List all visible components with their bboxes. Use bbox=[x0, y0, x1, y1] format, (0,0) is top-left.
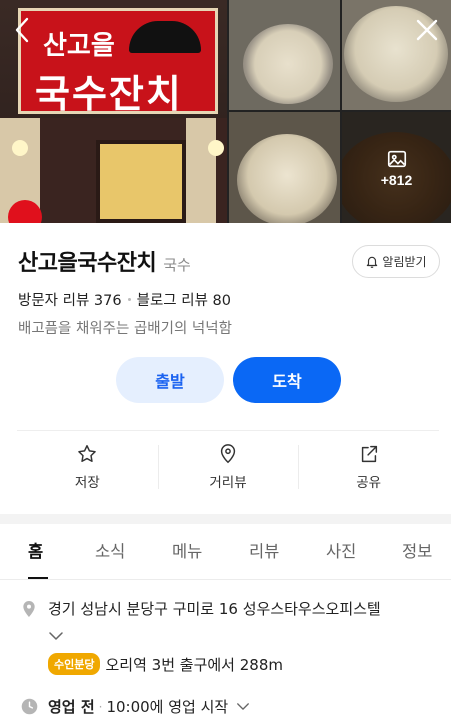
sign-text-line2: 국수잔치 bbox=[35, 71, 183, 116]
hours-text: 10:00에 영업 시작 bbox=[106, 698, 229, 716]
arrive-button[interactable]: 도착 bbox=[233, 357, 341, 403]
noodle-bowl bbox=[237, 134, 337, 223]
close-button[interactable] bbox=[413, 14, 441, 46]
active-tab-indicator bbox=[28, 577, 48, 579]
tab-menu[interactable]: 메뉴 bbox=[172, 538, 202, 562]
title-row: 산고을국수잔치 국수 bbox=[18, 245, 191, 277]
place-category: 국수 bbox=[163, 256, 191, 274]
save-button[interactable]: 저장 bbox=[17, 431, 158, 498]
location-pin-icon bbox=[20, 600, 38, 618]
image-icon bbox=[387, 150, 406, 167]
place-description: 배고픔을 채워주는 곱배기의 넉넉함 bbox=[18, 321, 232, 337]
review-summary: 방문자 리뷰 376 블로그 리뷰 80 bbox=[18, 289, 231, 310]
map-pin-icon bbox=[220, 443, 236, 463]
tab-photos[interactable]: 사진 bbox=[326, 538, 356, 562]
store-sign: 산고을 국수잔치 bbox=[18, 8, 218, 116]
station-distance-text: 오리역 3번 출구에서 288m bbox=[105, 655, 283, 674]
lamp-light bbox=[208, 140, 224, 156]
lamp-light bbox=[12, 140, 28, 156]
business-hours[interactable]: 영업 전 · 10:00에 영업 시작 bbox=[48, 696, 250, 717]
visitor-reviews-link[interactable]: 방문자 리뷰 376 bbox=[18, 289, 122, 310]
depart-button[interactable]: 출발 bbox=[116, 357, 224, 403]
alarm-button[interactable]: 알림받기 bbox=[352, 245, 440, 278]
food-photo-1[interactable] bbox=[229, 0, 340, 110]
tab-news[interactable]: 소식 bbox=[95, 538, 125, 562]
bell-icon bbox=[367, 256, 378, 268]
subway-line-badge: 수인분당 bbox=[48, 653, 101, 675]
clock-icon bbox=[20, 697, 38, 715]
save-label: 저장 bbox=[74, 474, 100, 491]
hours-status: 영업 전 bbox=[48, 698, 95, 716]
separator-dot: · bbox=[98, 699, 103, 714]
subway-directions: 수인분당 오리역 3번 출구에서 288m bbox=[48, 653, 283, 675]
alarm-button-label: 알림받기 bbox=[382, 255, 427, 269]
share-button[interactable]: 공유 bbox=[298, 431, 439, 498]
section-divider bbox=[0, 514, 451, 524]
tab-bar: 홈 소식 메뉴 리뷰 사진 정보 bbox=[0, 524, 451, 580]
more-photos-count: +812 bbox=[380, 171, 413, 188]
tab-home[interactable]: 홈 bbox=[28, 538, 43, 562]
sign-text-line1: 산고을 bbox=[43, 31, 115, 61]
chevron-down-icon[interactable] bbox=[48, 626, 64, 645]
chevron-left-icon bbox=[15, 17, 29, 43]
share-icon bbox=[361, 445, 377, 462]
storefront-pillar-right bbox=[186, 118, 216, 223]
tab-info[interactable]: 정보 bbox=[402, 538, 432, 562]
food-photo-3[interactable] bbox=[229, 112, 340, 223]
separator-dot bbox=[127, 298, 131, 301]
place-name: 산고을국수잔치 bbox=[18, 251, 157, 276]
action-bar: 저장 거리뷰 공유 bbox=[17, 430, 439, 498]
chevron-down-icon[interactable] bbox=[236, 702, 250, 711]
close-icon bbox=[416, 19, 438, 41]
storefront-window bbox=[96, 140, 186, 223]
more-photos-button[interactable]: +812 bbox=[342, 112, 451, 223]
photo-gallery[interactable]: 산고을 국수잔치 +812 bbox=[0, 0, 451, 223]
street-view-label: 거리뷰 bbox=[209, 474, 247, 491]
star-icon bbox=[78, 444, 97, 462]
tab-reviews[interactable]: 리뷰 bbox=[249, 538, 279, 562]
address-text[interactable]: 경기 성남시 분당구 구미로 16 성우스타우스오피스텔 bbox=[48, 598, 381, 619]
back-button[interactable] bbox=[8, 14, 36, 46]
share-label: 공유 bbox=[356, 474, 382, 491]
sign-hat-graphic bbox=[129, 21, 201, 53]
street-view-button[interactable]: 거리뷰 bbox=[157, 431, 299, 498]
noodle-bowl bbox=[243, 24, 333, 104]
blog-reviews-link[interactable]: 블로그 리뷰 80 bbox=[137, 289, 231, 310]
